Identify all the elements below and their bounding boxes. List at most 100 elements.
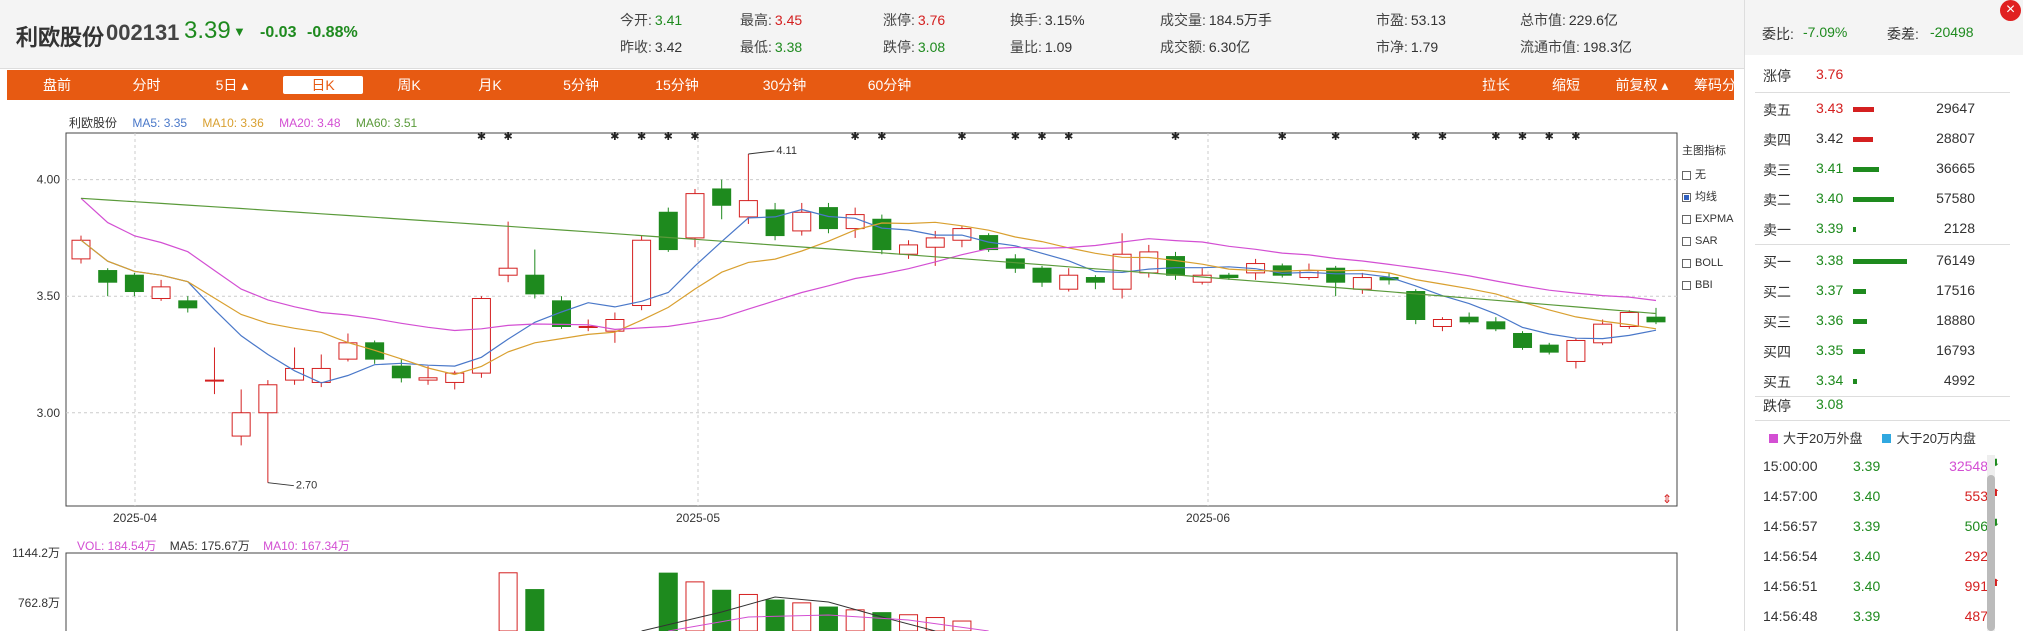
bid-row-1: 买一 3.38 76149 [1745, 246, 1985, 276]
volume-bar [738, 593, 758, 631]
candle-body [685, 193, 705, 239]
ask-volume-bar [1853, 107, 1874, 112]
candle-body [818, 207, 838, 230]
bid-volume: 4992 [1943, 372, 1975, 388]
ask-price: 3.43 [1816, 100, 1844, 116]
indicator-label: SAR [1695, 235, 1718, 247]
candle-body [498, 267, 518, 276]
ask-volume: 28807 [1936, 130, 1975, 146]
vol-legend-ma10: MA10: 167.34万 [263, 539, 350, 553]
y-tick-label: 4.00 [37, 173, 61, 187]
event-marker-icon: ✱ [877, 131, 886, 143]
ask-volume: 57580 [1936, 190, 1975, 206]
bid-volume-bar [1853, 349, 1865, 354]
candle-body [338, 342, 358, 360]
candle-body [632, 239, 652, 307]
ask-volume-bar [1853, 167, 1879, 172]
tick-row: 15:00:00 3.39 32548 ⬇ [1745, 452, 2000, 482]
event-marker-icon: ✱ [1064, 131, 1073, 143]
candle-body [792, 211, 812, 232]
volume-bar [498, 572, 518, 631]
vol-legend-ma5: MA5: 175.67万 [169, 539, 250, 553]
candle-body [525, 274, 545, 295]
tick-price: 3.39 [1853, 458, 1881, 474]
event-marker-icon: ✱ [664, 131, 673, 143]
ask-label: 卖四 [1763, 132, 1791, 148]
ticks-scrollbar-thumb[interactable] [1987, 475, 1995, 631]
indicator-label: 均线 [1695, 191, 1717, 203]
event-marker-icon: ✱ [1518, 131, 1527, 143]
ask-row-2: 卖二 3.40 57580 [1745, 184, 1985, 214]
event-marker-icon: ✱ [1331, 131, 1340, 143]
indicator-label: BOLL [1695, 257, 1724, 269]
ask-price: 3.40 [1816, 190, 1844, 206]
indicator-option[interactable]: 均线 [1682, 186, 1734, 208]
tick-time: 14:56:57 [1763, 518, 1818, 534]
candle-body [1513, 332, 1533, 348]
checkbox-icon[interactable] [1682, 170, 1691, 180]
tick-row: 14:56:57 3.39 506 ⬇ [1745, 512, 2000, 542]
indicator-option[interactable]: BBI [1682, 274, 1734, 296]
indicator-option[interactable]: EXPMA [1682, 208, 1734, 230]
checkbox-icon[interactable] [1682, 214, 1691, 224]
candle-body [1085, 277, 1105, 283]
ask-row-3: 卖三 3.41 36665 [1745, 154, 1985, 184]
bid-price: 3.38 [1816, 252, 1844, 268]
candle-body [1432, 319, 1452, 327]
indicator-option[interactable]: SAR [1682, 230, 1734, 252]
y-tick-label: 3.00 [37, 406, 61, 420]
event-marker-icon: ✱ [957, 131, 966, 143]
volume-frame [65, 552, 1678, 631]
event-marker-icon: ✱ [1411, 131, 1420, 143]
weicha-value: -20498 [1930, 24, 1974, 40]
bid-price: 3.35 [1816, 342, 1844, 358]
tick-row: 14:56:48 3.39 487 [1745, 602, 2000, 632]
bid-price: 3.37 [1816, 282, 1844, 298]
tick-volume: 487 [1964, 608, 1988, 624]
event-marker-icon: ✱ [610, 131, 619, 143]
checkbox-icon[interactable] [1682, 236, 1691, 246]
row-label: 跌停 [1763, 398, 1791, 414]
candle-body [1406, 291, 1426, 320]
tick-row: 14:57:00 3.40 553 ⬆ [1745, 482, 2000, 512]
row-label: 涨停 [1763, 68, 1791, 84]
checkbox-icon[interactable] [1682, 280, 1691, 290]
bid-volume: 16793 [1936, 342, 1975, 358]
tick-row: 14:56:54 3.40 292 [1745, 542, 2000, 572]
indicator-label: EXPMA [1695, 213, 1734, 225]
tick-row: 14:56:51 3.40 991 ⬆ [1745, 572, 2000, 602]
candle-body [71, 239, 91, 260]
indicator-panel: 主图指标 无均线 EXPMA SAR BOLL BBI [1682, 142, 1734, 296]
bid-volume-bar [1853, 319, 1867, 324]
order-book-panel: 委比: -7.09% 委差: -20498 涨停 3.76 卖五 3.43 29647 卖… [1744, 0, 2023, 631]
event-marker-icon: ✱ [1545, 131, 1554, 143]
candle-body [1539, 344, 1559, 353]
indicator-option[interactable]: 无 [1682, 164, 1734, 186]
indicator-option[interactable]: BOLL [1682, 252, 1734, 274]
volume-bar [525, 589, 545, 631]
ask-label: 卖三 [1763, 162, 1791, 178]
ask-volume: 36665 [1936, 160, 1975, 176]
tick-price: 3.40 [1853, 578, 1881, 594]
ask-label: 卖一 [1763, 222, 1791, 238]
tick-volume: 32548 [1949, 458, 1988, 474]
close-icon[interactable]: × [2000, 0, 2021, 21]
vol-tick-label: 762.8万 [18, 596, 60, 610]
checkbox-icon[interactable] [1682, 192, 1691, 202]
bid-volume: 17516 [1936, 282, 1975, 298]
tick-price: 3.39 [1853, 518, 1881, 534]
checkbox-icon[interactable] [1682, 258, 1691, 268]
tick-price: 3.40 [1853, 488, 1881, 504]
ask-label: 卖二 [1763, 192, 1791, 208]
bid-label: 买五 [1763, 374, 1791, 390]
bid-label: 买三 [1763, 314, 1791, 330]
bid-price: 3.34 [1816, 372, 1844, 388]
tick-volume: 292 [1964, 548, 1988, 564]
candle-body [151, 286, 171, 300]
row-price: 3.08 [1816, 396, 1844, 412]
candle-body [178, 300, 198, 309]
legend-out: 大于20万外盘 [1783, 431, 1863, 446]
separator [1755, 92, 2010, 93]
bid-price: 3.36 [1816, 312, 1844, 328]
candle-body [231, 412, 251, 437]
